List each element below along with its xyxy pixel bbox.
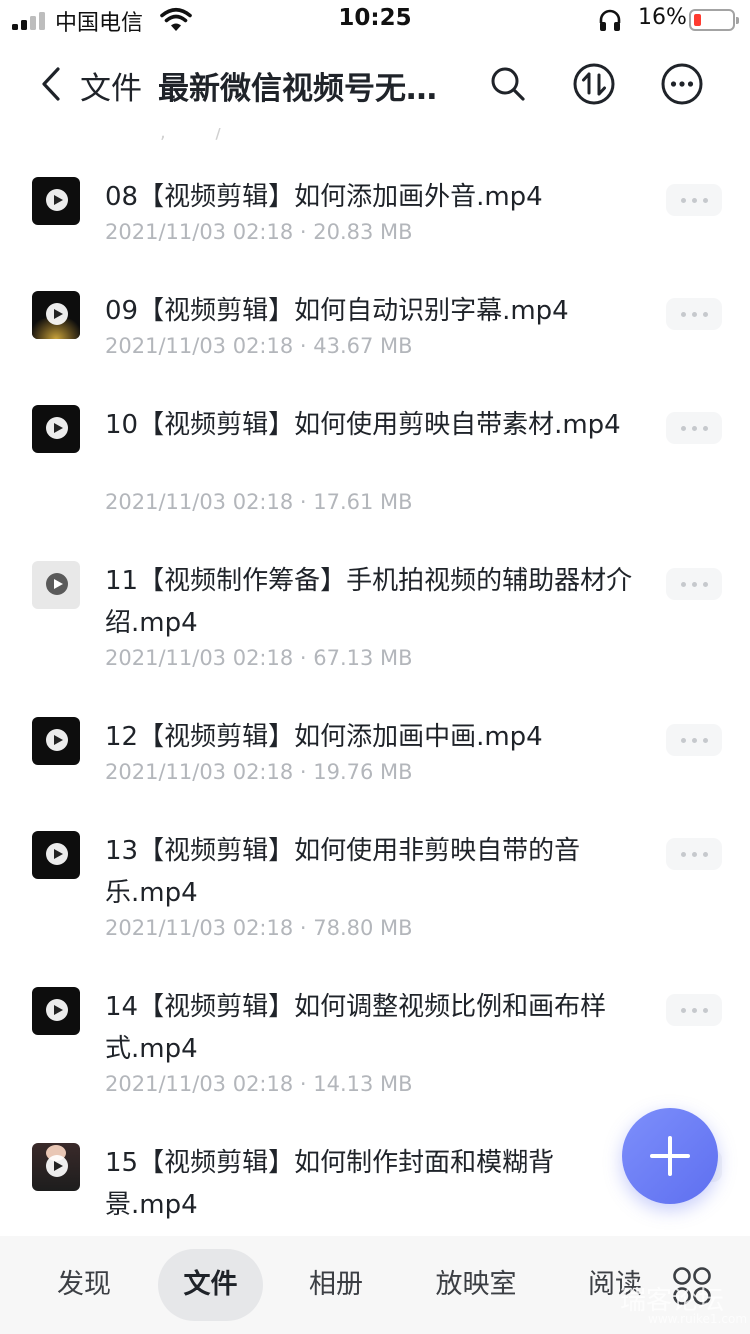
video-thumbnail <box>32 405 80 453</box>
file-meta: 2021/11/03 02:18 · 19.76 MB <box>105 760 413 784</box>
play-icon <box>46 303 68 325</box>
bottom-tab-bar: 发现 文件 相册 放映室 阅读 瑞客论坛 www.ruike1.com <box>0 1236 750 1334</box>
play-icon <box>46 417 68 439</box>
watermark-url: www.ruike1.com <box>648 1312 748 1326</box>
file-meta: 2021/11/03 02:18 · 67.13 MB <box>105 646 413 670</box>
tab-discover[interactable]: 发现 <box>34 1249 134 1321</box>
file-name: 12【视频剪辑】如何添加画中画.mp4 <box>105 722 543 752</box>
video-thumbnail <box>32 291 80 339</box>
sort-icon[interactable] <box>570 60 618 108</box>
item-more-button[interactable] <box>666 184 722 216</box>
file-name: 11【视频制作筹备】手机拍视频的辅助器材介绍.mp4 <box>105 566 633 638</box>
item-more-button[interactable] <box>666 298 722 330</box>
list-item[interactable]: 11【视频制作筹备】手机拍视频的辅助器材介绍.mp4 2021/11/03 02… <box>0 550 750 700</box>
video-thumbnail <box>32 1143 80 1191</box>
list-item[interactable]: 09【视频剪辑】如何自动识别字幕.mp4 2021/11/03 02:18 · … <box>0 280 750 390</box>
add-file-button[interactable] <box>622 1108 718 1204</box>
back-label[interactable]: 文件 <box>80 63 142 108</box>
file-meta: 2021/11/03 02:18 · 78.80 MB <box>105 916 413 940</box>
file-name: 13【视频剪辑】如何使用非剪映自带的音乐.mp4 <box>105 836 581 908</box>
list-item[interactable]: 08【视频剪辑】如何添加画外音.mp4 2021/11/03 02:18 · 2… <box>0 166 750 276</box>
item-more-button[interactable] <box>666 568 722 600</box>
tab-screening-room[interactable]: 放映室 <box>420 1249 532 1321</box>
file-name: 15【视频剪辑】如何制作封面和模糊背景.mp4 <box>105 1148 555 1220</box>
video-thumbnail <box>32 987 80 1035</box>
item-more-button[interactable] <box>666 994 722 1026</box>
list-item[interactable]: 10【视频剪辑】如何使用剪映自带素材.mp4 2021/11/03 02:18 … <box>0 394 750 544</box>
video-thumbnail <box>32 177 80 225</box>
video-thumbnail <box>32 831 80 879</box>
file-meta: 2021/11/03 02:18 · 20.83 MB <box>105 220 413 244</box>
item-more-button[interactable] <box>666 838 722 870</box>
headphones-icon <box>599 9 621 31</box>
file-meta: 2021/11/03 02:18 · 43.67 MB <box>105 334 413 358</box>
play-icon <box>46 999 68 1021</box>
page-title: 最新微信视频号无… <box>158 71 437 107</box>
navigation-bar: 文件 最新微信视频号无… <box>0 40 750 128</box>
battery-icon <box>689 9 739 31</box>
file-list[interactable]: , / 08【视频剪辑】如何添加画外音.mp4 2021/11/03 02:18… <box>0 128 750 1236</box>
play-icon <box>46 573 68 595</box>
battery-percent: 16% <box>638 5 687 30</box>
play-icon <box>46 1155 68 1177</box>
tab-album[interactable]: 相册 <box>288 1249 384 1321</box>
list-item[interactable]: 13【视频剪辑】如何使用非剪映自带的音乐.mp4 2021/11/03 02:1… <box>0 820 750 970</box>
video-thumbnail <box>32 717 80 765</box>
file-name: 09【视频剪辑】如何自动识别字幕.mp4 <box>105 296 569 326</box>
tab-files[interactable]: 文件 <box>158 1249 263 1321</box>
list-item[interactable]: 12【视频剪辑】如何添加画中画.mp4 2021/11/03 02:18 · 1… <box>0 706 750 816</box>
back-icon[interactable] <box>36 64 66 104</box>
item-more-button[interactable] <box>666 412 722 444</box>
play-icon <box>46 843 68 865</box>
more-icon[interactable] <box>658 60 706 108</box>
file-meta: 2021/11/03 02:18 · 14.13 MB <box>105 1072 413 1096</box>
file-meta: 2021/11/03 02:18 · 17.61 MB <box>105 490 413 514</box>
file-name: 10【视频剪辑】如何使用剪映自带素材.mp4 <box>105 410 621 440</box>
video-thumbnail <box>32 561 80 609</box>
item-more-button[interactable] <box>666 724 722 756</box>
scrolled-edge-hint: , / <box>160 128 244 143</box>
file-name: 14【视频剪辑】如何调整视频比例和画布样式.mp4 <box>105 992 607 1064</box>
search-icon[interactable] <box>484 60 532 108</box>
status-bar: 中国电信 10:25 16% <box>0 0 750 40</box>
play-icon <box>46 189 68 211</box>
file-name: 08【视频剪辑】如何添加画外音.mp4 <box>105 182 543 212</box>
list-item[interactable]: 14【视频剪辑】如何调整视频比例和画布样式.mp4 2021/11/03 02:… <box>0 976 750 1126</box>
play-icon <box>46 729 68 751</box>
